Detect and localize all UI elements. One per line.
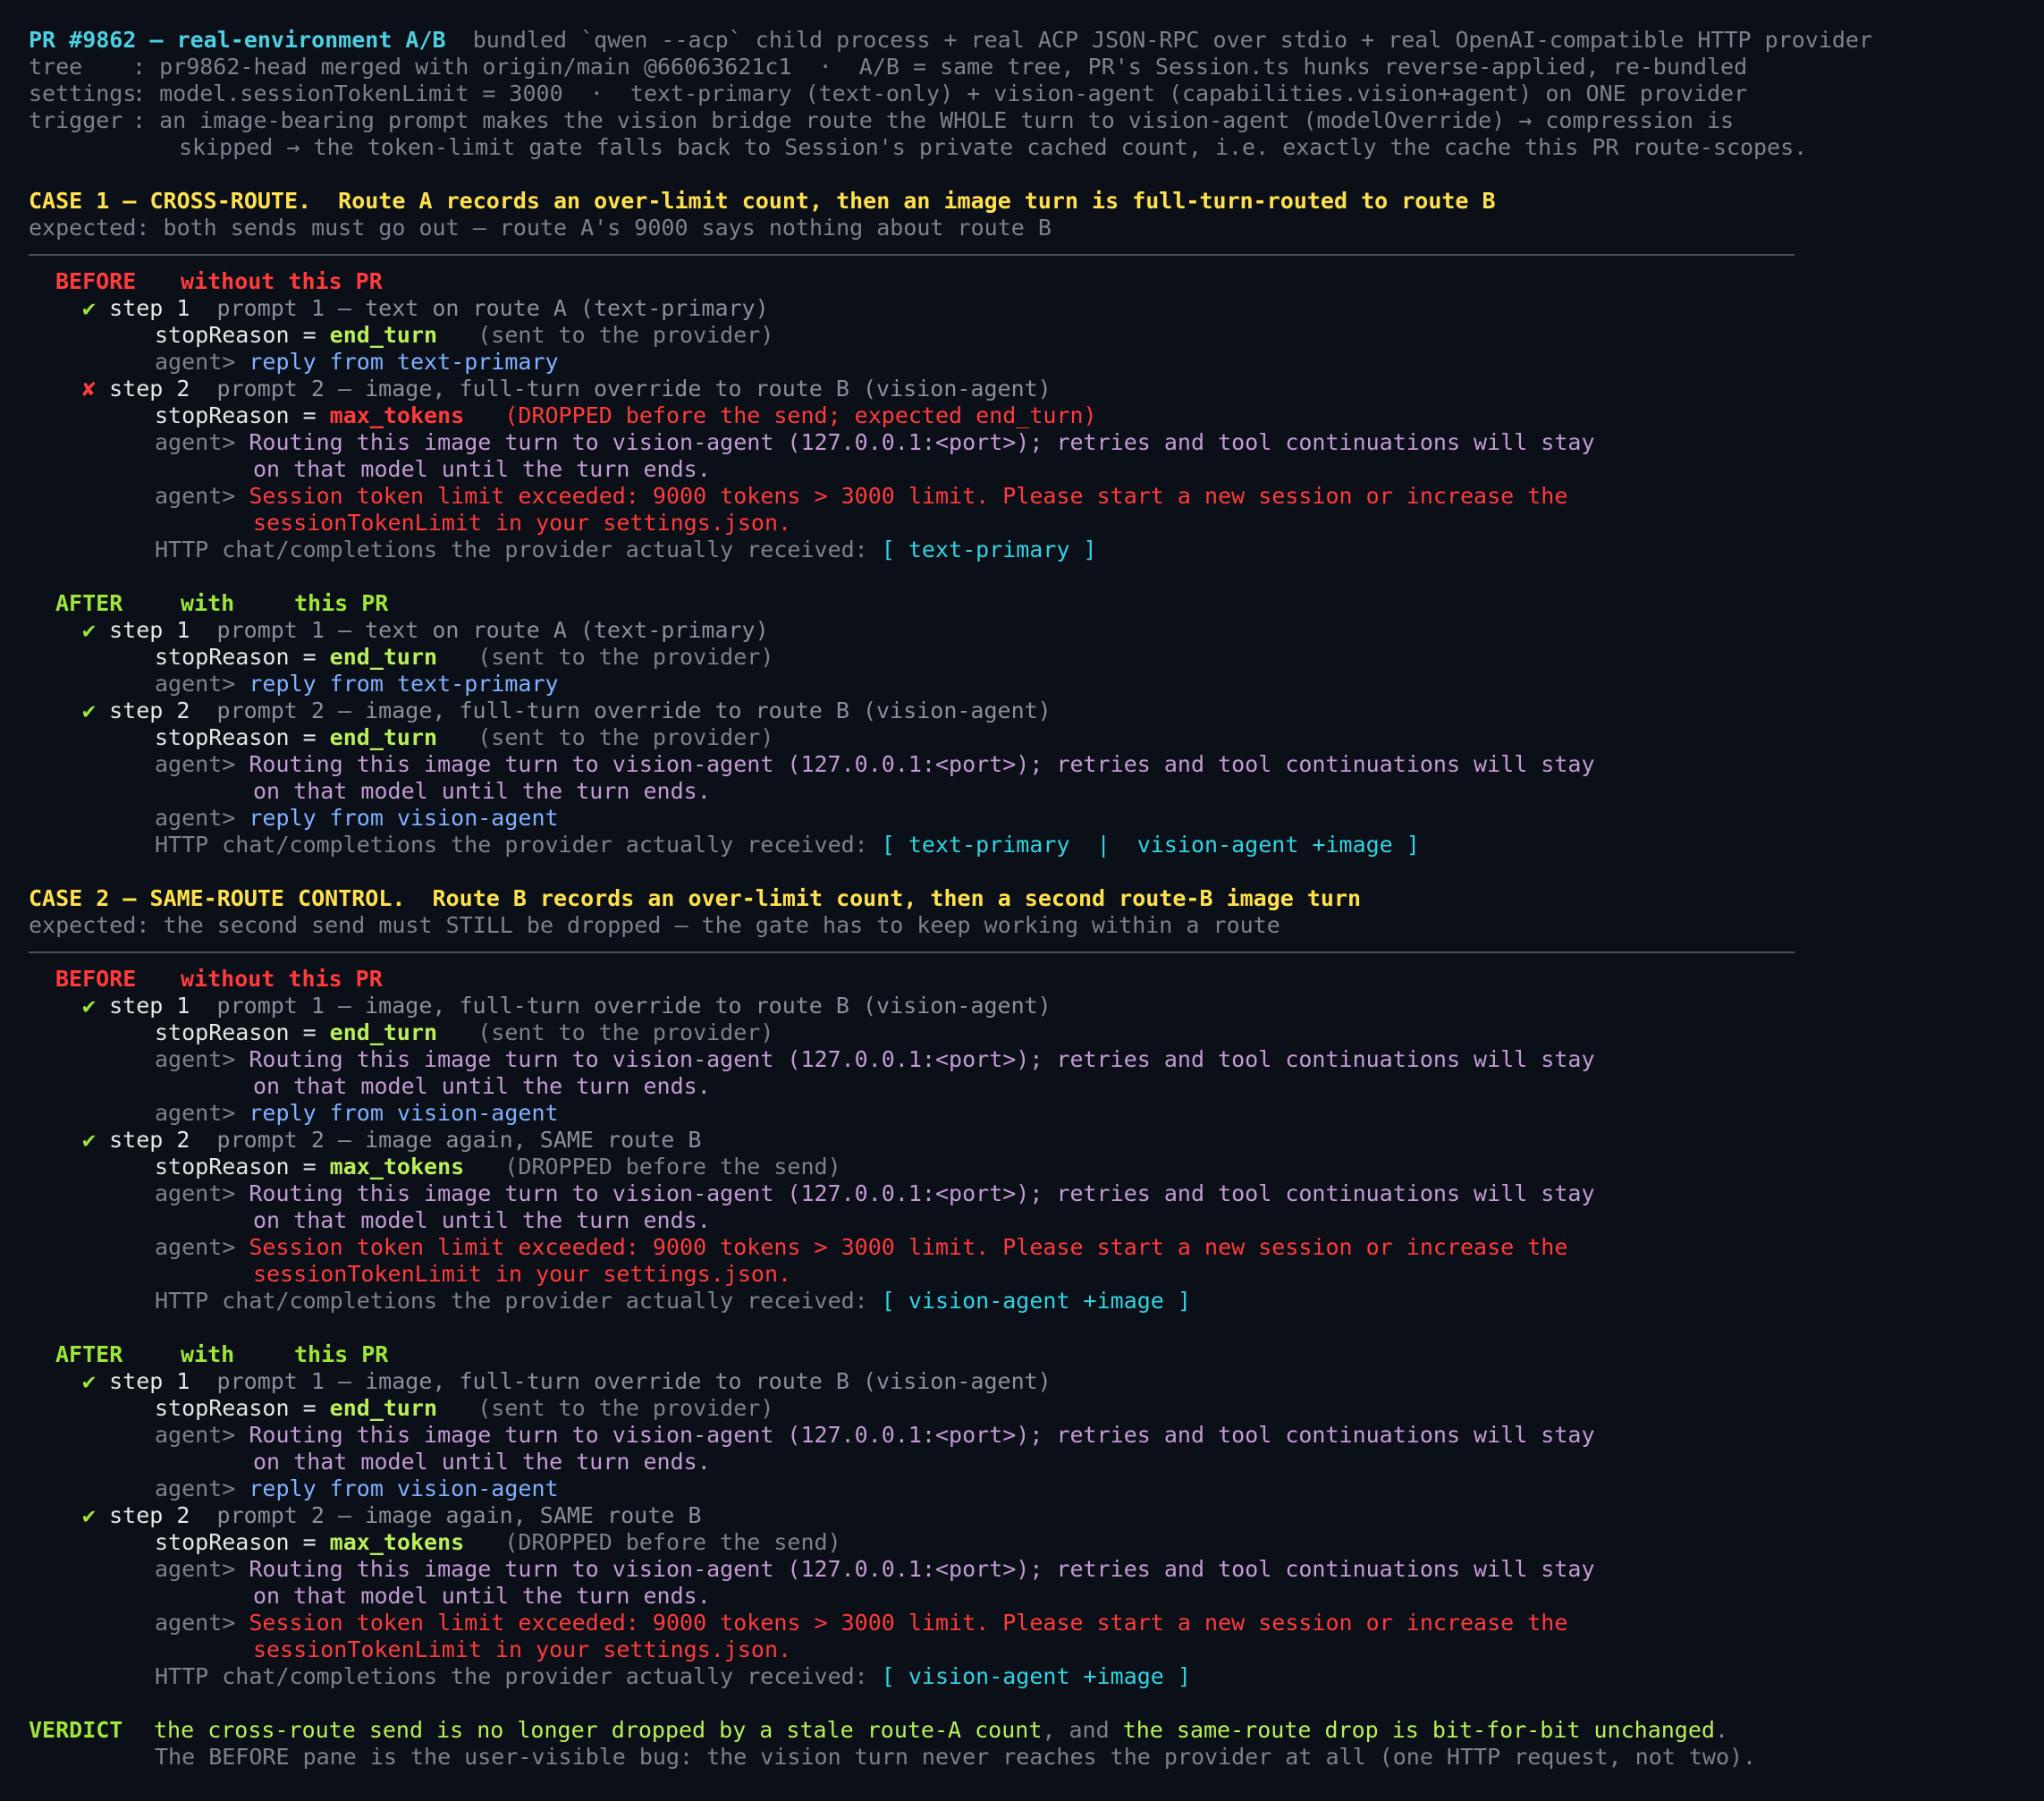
check-icon: ✔: [82, 1127, 97, 1153]
http-received-line: HTTP chat/completions the provider actua…: [155, 537, 1097, 562]
agent-limit-line: agent> Session token limit exceeded: 900…: [155, 1610, 1568, 1636]
agent-reply-line: agent> reply from vision-agent: [155, 1100, 559, 1126]
before-label: BEFORE: [55, 966, 137, 992]
header-title-line: PR #9862 — real-environment A/B bundled …: [29, 27, 2023, 54]
case2-after-step2: ✔ step 2 prompt 2 — image again, SAME ro…: [82, 1502, 702, 1528]
header-trigger-line: trigger : an image-bearing prompt makes t…: [29, 107, 2023, 134]
http-received-line: HTTP chat/completions the provider actua…: [155, 1288, 1191, 1314]
check-icon: ✔: [82, 1502, 97, 1528]
case1-after-step2: ✔ step 2 prompt 2 — image, full-turn ove…: [82, 698, 1052, 723]
stop-reason-line: stopReason = end_turn (sent to the provi…: [155, 1019, 774, 1045]
check-icon: ✔: [82, 617, 97, 643]
case2-after-step1: ✔ step 1 prompt 1 — image, full-turn ove…: [82, 1368, 1052, 1394]
case2-before-step2: ✔ step 2 prompt 2 — image again, SAME ro…: [82, 1127, 702, 1153]
stop-reason-line: stopReason = max_tokens (DROPPED before …: [155, 1529, 841, 1555]
stop-reason-line: stopReason = end_turn (sent to the provi…: [155, 1395, 774, 1421]
verdict-line: VERDICT the cross-route send is no longer…: [29, 1717, 1729, 1743]
case2-divider: [29, 951, 1795, 953]
case1-before-step1: ✔ step 1 prompt 1 — text on route A (tex…: [82, 295, 769, 321]
before-label: BEFORE: [55, 268, 137, 294]
stop-reason-line: stopReason = end_turn (sent to the provi…: [155, 724, 774, 750]
agent-routing-line: agent> Routing this image turn to vision…: [155, 429, 1595, 455]
case1-after-header: AFTER with this PR: [55, 590, 389, 616]
agent-routing-continuation: on that model until the turn ends.: [253, 1207, 711, 1233]
trigger-key: trigger: [29, 107, 123, 133]
agent-limit-continuation: sessionTokenLimit in your settings.json.: [253, 1261, 792, 1287]
check-icon: ✔: [82, 1368, 97, 1394]
agent-limit-continuation: sessionTokenLimit in your settings.json.: [253, 510, 792, 536]
after-label: AFTER: [55, 590, 123, 616]
header-settings-line: settings: model.sessionTokenLimit = 3000…: [29, 80, 2023, 107]
header-description: bundled `qwen --acp` child process + rea…: [472, 27, 1873, 53]
agent-limit-line: agent> Session token limit exceeded: 900…: [155, 483, 1568, 509]
agent-routing-continuation: on that model until the turn ends.: [253, 1583, 711, 1609]
case2-title: CASE 2 — SAME-ROUTE CONTROL. Route B rec…: [29, 885, 1362, 911]
after-label: AFTER: [55, 1341, 123, 1367]
check-icon: ✔: [82, 993, 97, 1019]
stop-reason-line: stopReason = end_turn (sent to the provi…: [155, 644, 774, 670]
cross-icon: ✘: [82, 376, 97, 402]
agent-routing-line: agent> Routing this image turn to vision…: [155, 1556, 1595, 1582]
header-tree-line: tree : pr9862-head merged with origin/mai…: [29, 54, 2023, 80]
before-note: without this PR: [181, 268, 383, 294]
agent-routing-continuation: on that model until the turn ends.: [253, 1449, 711, 1475]
http-received-line: HTTP chat/completions the provider actua…: [155, 832, 1420, 858]
agent-reply-line: agent> reply from text-primary: [155, 671, 559, 697]
check-icon: ✔: [82, 295, 97, 321]
case1-before-header: BEFORE without this PR: [29, 268, 2023, 295]
agent-routing-line: agent> Routing this image turn to vision…: [155, 751, 1595, 777]
tree-key: tree: [29, 54, 83, 80]
settings-key: settings: [29, 80, 137, 106]
agent-routing-line: agent> Routing this image turn to vision…: [155, 1180, 1595, 1206]
stop-reason-line: stopReason = end_turn (sent to the provi…: [155, 322, 774, 348]
before-note: without this PR: [181, 966, 383, 992]
verdict-label: VERDICT: [29, 1717, 123, 1743]
case1-before-step2: ✘ step 2 prompt 2 — image, full-turn ove…: [82, 376, 1052, 402]
agent-routing-continuation: on that model until the turn ends.: [253, 1073, 711, 1099]
stop-reason-line: stopReason = max_tokens (DROPPED before …: [155, 402, 1097, 428]
http-received-line: HTTP chat/completions the provider actua…: [155, 1663, 1191, 1689]
agent-limit-continuation: sessionTokenLimit in your settings.json.: [253, 1636, 792, 1662]
header-trigger-continuation: skipped → the token-limit gate falls bac…: [179, 134, 1808, 160]
agent-routing-line: agent> Routing this image turn to vision…: [155, 1422, 1595, 1448]
agent-routing-continuation: on that model until the turn ends.: [253, 456, 711, 482]
case1-expected: expected: both sends must go out — route…: [29, 215, 1052, 241]
agent-reply-line: agent> reply from vision-agent: [155, 805, 559, 831]
case1-title: CASE 1 — CROSS-ROUTE. Route A records an…: [29, 188, 1496, 214]
trigger-value: : an image-bearing prompt makes the visi…: [132, 107, 1735, 133]
settings-value: : model.sessionTokenLimit = 3000 · text-…: [132, 80, 1748, 106]
agent-routing-continuation: on that model until the turn ends.: [253, 778, 711, 804]
stop-reason-line: stopReason = max_tokens (DROPPED before …: [155, 1154, 841, 1180]
agent-reply-line: agent> reply from vision-agent: [155, 1475, 559, 1501]
case2-before-step1: ✔ step 1 prompt 1 — image, full-turn ove…: [82, 993, 1052, 1019]
tree-value: : pr9862-head merged with origin/main @6…: [132, 54, 1748, 80]
terminal-output: PR #9862 — real-environment A/B bundled …: [29, 27, 2023, 1771]
verdict-explanation: The BEFORE pane is the user-visible bug:…: [155, 1744, 1757, 1770]
case1-after-step1: ✔ step 1 prompt 1 — text on route A (tex…: [82, 617, 769, 643]
agent-reply-line: agent> reply from text-primary: [155, 349, 559, 375]
case1-divider: [29, 254, 1795, 256]
case2-expected: expected: the second send must STILL be …: [29, 912, 1280, 938]
page-title: PR #9862 — real-environment A/B: [29, 27, 446, 53]
case2-before-header: BEFORE without this PR: [29, 966, 2023, 993]
agent-limit-line: agent> Session token limit exceeded: 900…: [155, 1234, 1568, 1260]
agent-routing-line: agent> Routing this image turn to vision…: [155, 1046, 1595, 1072]
case2-after-header: AFTER with this PR: [55, 1341, 389, 1367]
check-icon: ✔: [82, 698, 97, 723]
